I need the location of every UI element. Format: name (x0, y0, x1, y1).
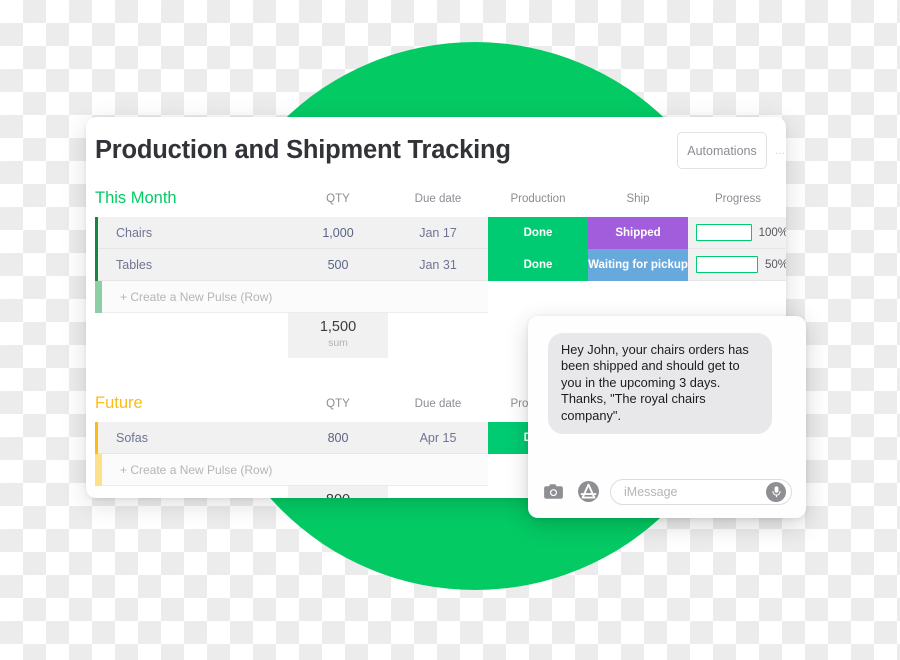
group-sum: 1,500 sum (288, 313, 388, 358)
add-row-cell (288, 281, 388, 313)
more-options-icon[interactable]: ··· (775, 148, 785, 159)
row-ship-status[interactable]: Shipped (588, 217, 688, 249)
row-due-date[interactable]: Jan 17 (388, 217, 488, 249)
table-row[interactable]: Tables 500 Jan 31 Done Waiting for picku… (86, 249, 786, 281)
status-badge: Shipped (588, 217, 688, 249)
group-title[interactable]: Future (95, 394, 143, 413)
column-header-due-date: Due date (414, 193, 462, 205)
microphone-icon[interactable] (766, 481, 786, 502)
row-name[interactable]: Sofas (98, 422, 288, 454)
row-progress[interactable]: 100% (688, 217, 786, 249)
message-bubble: Hey John, your chairs orders has been sh… (548, 333, 772, 434)
imessage-input-bar: iMessage (528, 465, 806, 518)
status-badge: Done (488, 217, 588, 249)
add-row-label[interactable]: + Create a New Pulse (Row) (102, 281, 272, 313)
group-sum-value: 800 (326, 492, 350, 498)
column-header-due-date: Due date (414, 398, 462, 410)
column-header-progress: Progress (714, 193, 762, 205)
row-qty[interactable]: 500 (288, 249, 388, 281)
camera-icon[interactable] (542, 479, 567, 504)
progress-bar (696, 224, 752, 241)
imessage-input[interactable]: iMessage (610, 478, 792, 505)
progress-bar (696, 256, 758, 273)
table-row[interactable]: Chairs 1,000 Jan 17 Done Shipped 100% (86, 217, 786, 249)
group-title[interactable]: This Month (95, 189, 177, 208)
row-production-status[interactable]: Done (488, 249, 588, 281)
imessage-placeholder: iMessage (624, 484, 678, 499)
add-row-cell (388, 454, 488, 486)
row-qty[interactable]: 800 (288, 422, 388, 454)
automations-button[interactable]: Automations (677, 132, 767, 169)
column-header-production: Production (510, 193, 566, 205)
column-header-qty: QTY (326, 398, 350, 410)
status-badge: Waiting for pickup (588, 249, 688, 281)
board-header: Production and Shipment Tracking Automat… (86, 117, 786, 189)
row-color-indicator (95, 281, 102, 313)
row-name[interactable]: Tables (98, 249, 288, 281)
page-title: Production and Shipment Tracking (95, 136, 511, 164)
column-header-ship: Ship (626, 193, 650, 205)
imessage-panel: Hey John, your chairs orders has been sh… (528, 316, 806, 518)
row-production-status[interactable]: Done (488, 217, 588, 249)
row-ship-status[interactable]: Waiting for pickup (588, 249, 688, 281)
status-badge: Done (488, 249, 588, 281)
row-due-date[interactable]: Apr 15 (388, 422, 488, 454)
column-header-qty: QTY (326, 193, 350, 205)
progress-percent-label: 50% (764, 258, 786, 271)
row-progress[interactable]: 50% (688, 249, 786, 281)
group-sum-value: 1,500 (319, 319, 357, 336)
progress-percent-label: 100% (758, 226, 786, 239)
row-due-date[interactable]: Jan 31 (388, 249, 488, 281)
row-color-indicator (95, 454, 102, 486)
group-sum-label: sum (328, 337, 348, 350)
add-row-cell (288, 454, 388, 486)
row-qty[interactable]: 1,000 (288, 217, 388, 249)
add-row-label[interactable]: + Create a New Pulse (Row) (102, 454, 272, 486)
add-row-cell (388, 281, 488, 313)
app-store-icon[interactable] (576, 479, 601, 504)
group-sum: 800 sum (288, 486, 388, 498)
add-row[interactable]: + Create a New Pulse (Row) (86, 281, 786, 313)
row-name[interactable]: Chairs (98, 217, 288, 249)
